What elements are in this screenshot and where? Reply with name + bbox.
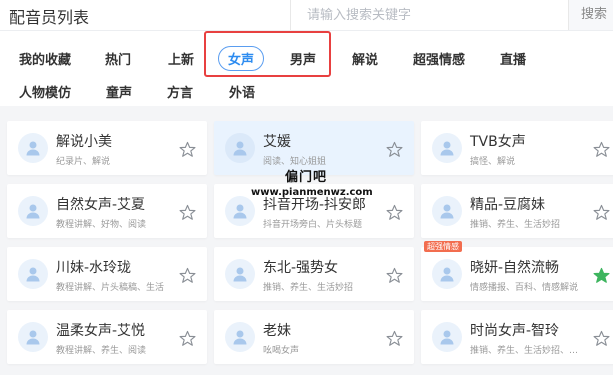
- watermark-url: www.pianmenwz.com: [251, 187, 373, 198]
- voice-tags: 吆喝女声: [263, 346, 300, 356]
- voice-card[interactable]: 解说小美 纪录片、解说: [7, 121, 207, 175]
- search-input[interactable]: [291, 0, 568, 30]
- voice-tags: 阅读、知心姐姐: [263, 157, 327, 167]
- watermark: 偏门吧 www.pianmenwz.com: [251, 170, 373, 200]
- star-icon[interactable]: [593, 204, 610, 221]
- star-filled-icon[interactable]: [593, 267, 610, 284]
- voice-name: 艾媛: [263, 134, 291, 150]
- user-avatar-icon: [440, 204, 454, 219]
- category-emotional[interactable]: 超强情感: [413, 49, 465, 68]
- avatar: [225, 196, 255, 226]
- star-icon[interactable]: [179, 330, 196, 347]
- voice-tags: 抖音开场旁白、片头标题: [263, 220, 363, 230]
- user-avatar-icon: [26, 204, 40, 219]
- avatar: [225, 322, 255, 352]
- watermark-title: 偏门吧: [284, 170, 327, 185]
- avatar: [18, 133, 48, 163]
- user-avatar-icon: [233, 267, 247, 282]
- voice-tags: 教程讲解、片头稿稿、生活: [56, 283, 165, 293]
- avatar: [18, 322, 48, 352]
- avatar: [432, 322, 462, 352]
- category-child-voice[interactable]: 童声: [106, 82, 132, 101]
- voice-tags: 纪录片、解说: [56, 157, 111, 167]
- voice-tags: 推销、养生、生活妙招: [470, 220, 561, 230]
- emotion-badge: 超强情感: [424, 241, 462, 252]
- voice-name: 老妹: [263, 323, 291, 339]
- page-title: 配音员列表: [9, 8, 90, 27]
- avatar: [225, 133, 255, 163]
- star-icon[interactable]: [179, 204, 196, 221]
- voice-tags: 教程讲解、好物、阅读: [56, 220, 147, 230]
- user-avatar-icon: [26, 141, 40, 156]
- voice-name: TVB女声: [470, 134, 526, 150]
- user-avatar-icon: [26, 267, 40, 282]
- voice-card[interactable]: 时尚女声-智玲 推销、养生、生活妙招、好物: [421, 310, 613, 364]
- user-avatar-icon: [440, 330, 454, 345]
- voice-tags: 搞怪、解说: [470, 157, 516, 167]
- voice-name: 东北-强势女: [263, 260, 339, 276]
- user-avatar-icon: [440, 267, 454, 282]
- voice-card[interactable]: 精品-豆腐妹 推销、养生、生活妙招: [421, 184, 613, 238]
- voice-card[interactable]: 温柔女声-艾悦 教程讲解、养生、阅读: [7, 310, 207, 364]
- voice-name: 时尚女声-智玲: [470, 323, 560, 339]
- category-new[interactable]: 上新: [168, 49, 194, 68]
- annotation-highlight-box: [204, 31, 331, 77]
- avatar: [18, 196, 48, 226]
- voice-card[interactable]: 艾媛 阅读、知心姐姐: [214, 121, 414, 175]
- search-box[interactable]: [290, 0, 568, 30]
- voice-card[interactable]: 川妹-水玲珑 教程讲解、片头稿稿、生活: [7, 247, 207, 301]
- category-foreign[interactable]: 外语: [229, 82, 255, 101]
- avatar: [18, 259, 48, 289]
- star-icon[interactable]: [386, 330, 403, 347]
- voice-name: 晓妍-自然流畅: [470, 260, 560, 276]
- star-icon[interactable]: [179, 267, 196, 284]
- search-button[interactable]: 搜索: [568, 0, 613, 30]
- voice-card[interactable]: 东北-强势女 推销、养生、生活妙招: [214, 247, 414, 301]
- category-impersonation[interactable]: 人物模仿: [19, 82, 71, 101]
- user-avatar-icon: [440, 141, 454, 156]
- star-icon[interactable]: [593, 330, 610, 347]
- voice-name: 温柔女声-艾悦: [56, 323, 146, 339]
- category-commentary[interactable]: 解说: [352, 49, 378, 68]
- voice-tags: 推销、养生、生活妙招、好物: [470, 346, 585, 356]
- user-avatar-icon: [233, 204, 247, 219]
- voice-name: 解说小美: [56, 134, 112, 150]
- voice-card[interactable]: 超强情感 晓妍-自然流畅 情感播报、百科、情感解说: [421, 241, 613, 301]
- category-dialect[interactable]: 方言: [167, 82, 193, 101]
- voice-card[interactable]: 老妹 吆喝女声: [214, 310, 414, 364]
- voice-tags: 情感播报、百科、情感解说: [470, 283, 579, 293]
- voice-tags: 推销、养生、生活妙招: [263, 283, 354, 293]
- avatar: [225, 259, 255, 289]
- user-avatar-icon: [26, 330, 40, 345]
- category-favorites[interactable]: 我的收藏: [19, 49, 71, 68]
- voice-name: 自然女声-艾夏: [56, 197, 146, 213]
- star-icon[interactable]: [386, 204, 403, 221]
- star-icon[interactable]: [179, 141, 196, 158]
- star-icon[interactable]: [593, 141, 610, 158]
- user-avatar-icon: [233, 330, 247, 345]
- voice-tags: 教程讲解、养生、阅读: [56, 346, 147, 356]
- header-bar: 配音员列表 搜索: [0, 0, 613, 31]
- avatar: [432, 133, 462, 163]
- voice-name: 精品-豆腐妹: [470, 197, 546, 213]
- category-live[interactable]: 直播: [500, 49, 526, 68]
- voice-card[interactable]: 自然女声-艾夏 教程讲解、好物、阅读: [7, 184, 207, 238]
- avatar: [432, 196, 462, 226]
- category-hot[interactable]: 热门: [105, 49, 131, 68]
- avatar: [432, 259, 462, 289]
- voice-name: 川妹-水玲珑: [56, 260, 132, 276]
- star-icon[interactable]: [386, 141, 403, 158]
- user-avatar-icon: [233, 141, 247, 156]
- voice-card[interactable]: TVB女声 搞怪、解说: [421, 121, 613, 175]
- star-icon[interactable]: [386, 267, 403, 284]
